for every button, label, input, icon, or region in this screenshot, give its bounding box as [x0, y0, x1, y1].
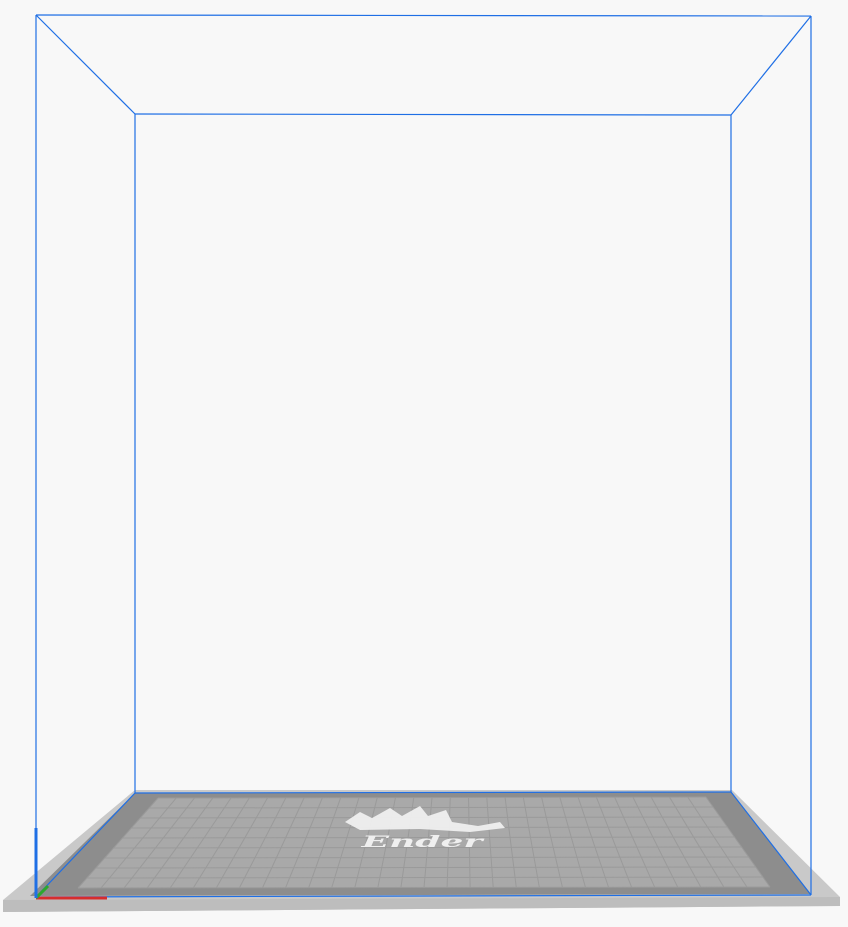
volume-edge — [730, 15, 812, 116]
volume-edge — [35, 14, 812, 17]
volume-edge — [134, 113, 732, 116]
viewport-canvas[interactable]: Ender — [0, 0, 848, 927]
3d-viewport[interactable]: Ender — [0, 0, 848, 927]
bed-logo-text: Ender — [360, 832, 485, 851]
volume-edge — [35, 14, 136, 115]
build-volume — [35, 14, 812, 898]
